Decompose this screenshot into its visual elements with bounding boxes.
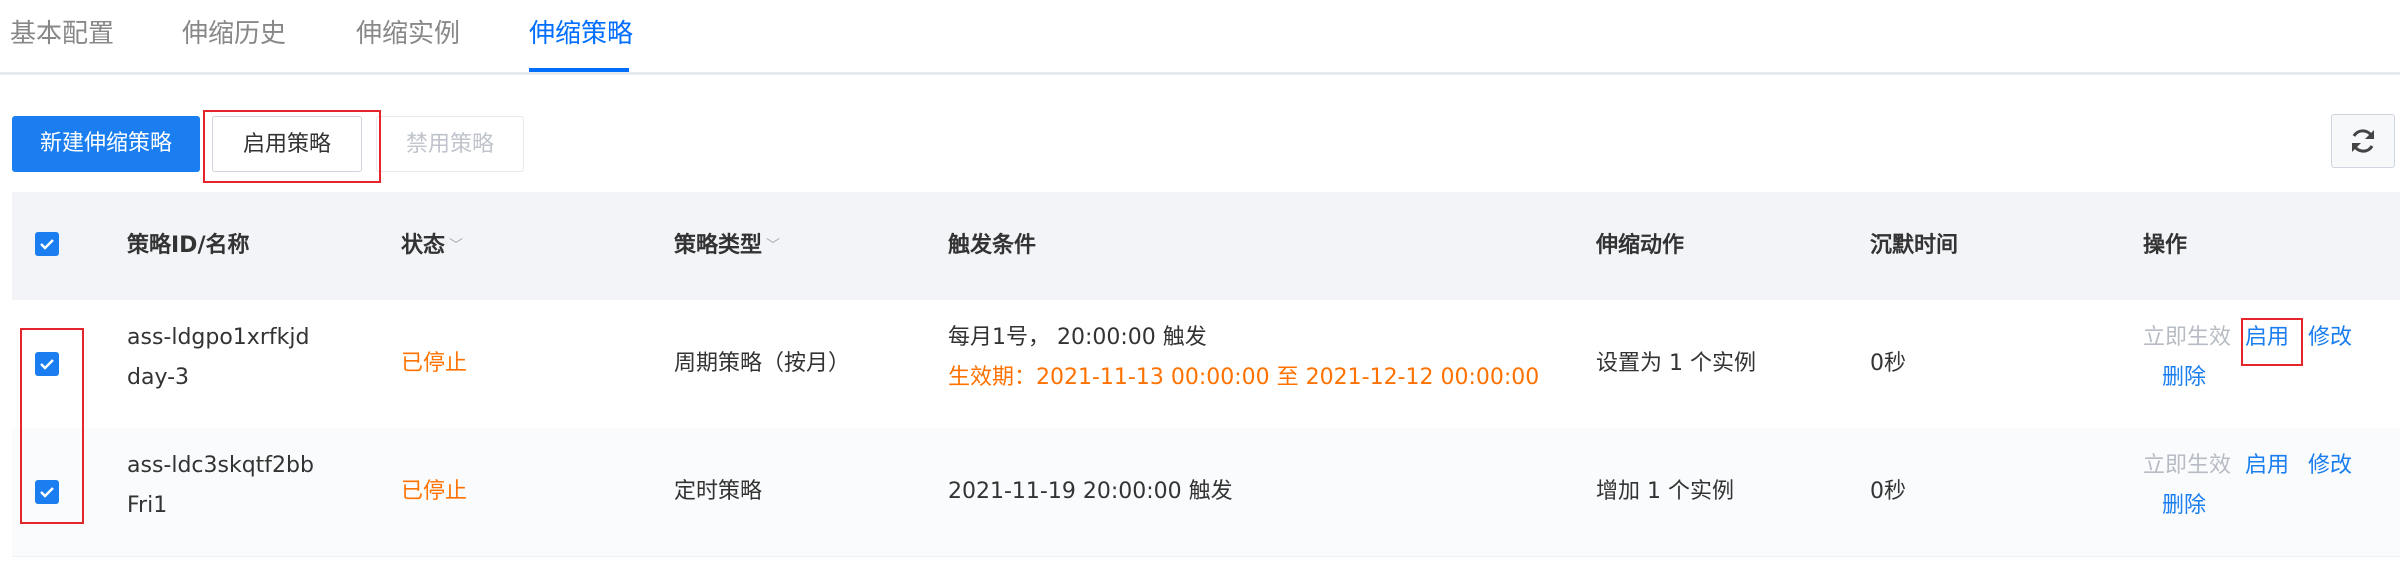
policy-type: 周期策略（按月） xyxy=(674,351,851,376)
header-status[interactable]: 状态 ﹀ xyxy=(401,230,463,262)
header-cooldown: 沉默时间 xyxy=(1870,233,1959,258)
modify-link[interactable]: 修改 xyxy=(2308,450,2352,482)
header-trigger: 触发条件 xyxy=(948,233,1037,258)
scaling-action: 增加 1 个实例 xyxy=(1596,479,1734,504)
disable-policy-button[interactable]: 禁用策略 xyxy=(376,116,524,172)
policy-id: ass-ldgpo1xrfkjd xyxy=(127,325,310,350)
header-id-name: 策略ID/名称 xyxy=(127,233,250,258)
table-row: ass-ldgpo1xrfkjd day-3 已停止 周期策略（按月） 每月1号… xyxy=(12,300,2400,429)
chevron-down-icon: ﹀ xyxy=(449,238,464,254)
header-operations: 操作 xyxy=(2143,233,2188,258)
apply-now-link[interactable]: 立即生效 xyxy=(2143,322,2231,354)
check-icon xyxy=(40,239,54,250)
apply-now-link[interactable]: 立即生效 xyxy=(2143,450,2231,482)
enable-link[interactable]: 启用 xyxy=(2245,450,2289,482)
trigger-condition: 每月1号， 20:00:00 触发 xyxy=(948,325,1207,350)
tab-bar: 基本配置 伸缩历史 伸缩实例 伸缩策略 xyxy=(0,0,2400,75)
scaling-action: 设置为 1 个实例 xyxy=(1596,351,1756,376)
header-policy-type[interactable]: 策略类型 ﹀ xyxy=(674,230,780,262)
refresh-button[interactable] xyxy=(2331,114,2395,168)
header-action: 伸缩动作 xyxy=(1596,233,1685,258)
tab-basic-config[interactable]: 基本配置 xyxy=(10,16,114,52)
table-header: 策略ID/名称 状态 ﹀ 策略类型 ﹀ 触发条件 伸缩动作 沉默时间 操作 xyxy=(12,192,2400,300)
active-tab-indicator xyxy=(529,68,629,72)
refresh-icon xyxy=(2352,129,2374,153)
delete-link[interactable]: 删除 xyxy=(2162,362,2206,394)
select-all-checkbox[interactable] xyxy=(35,232,59,256)
create-policy-button[interactable]: 新建伸缩策略 xyxy=(12,116,200,172)
cooldown-time: 0秒 xyxy=(1870,351,1906,376)
policy-name: Fri1 xyxy=(127,493,168,518)
trigger-condition: 2021-11-19 20:00:00 触发 xyxy=(948,479,1233,504)
tab-scaling-history[interactable]: 伸缩历史 xyxy=(182,16,286,52)
tab-scaling-instances[interactable]: 伸缩实例 xyxy=(356,16,460,52)
status-badge: 已停止 xyxy=(401,479,468,504)
policy-name: day-3 xyxy=(127,365,190,390)
delete-link[interactable]: 删除 xyxy=(2162,490,2206,522)
policy-id: ass-ldc3skqtf2bb xyxy=(127,453,314,478)
highlight-enable-button xyxy=(203,110,381,183)
modify-link[interactable]: 修改 xyxy=(2308,322,2352,354)
tab-scaling-policies[interactable]: 伸缩策略 xyxy=(529,16,633,52)
validity-period: 生效期：2021-11-13 00:00:00 至 2021-12-12 00:… xyxy=(948,365,1540,390)
status-badge: 已停止 xyxy=(401,351,468,376)
policy-type: 定时策略 xyxy=(674,479,763,504)
cooldown-time: 0秒 xyxy=(1870,479,1906,504)
highlight-row-checkboxes xyxy=(20,328,84,524)
highlight-enable-link xyxy=(2241,318,2303,366)
table-row: ass-ldc3skqtf2bb Fri1 已停止 定时策略 2021-11-1… xyxy=(12,428,2400,557)
chevron-down-icon: ﹀ xyxy=(766,238,781,254)
